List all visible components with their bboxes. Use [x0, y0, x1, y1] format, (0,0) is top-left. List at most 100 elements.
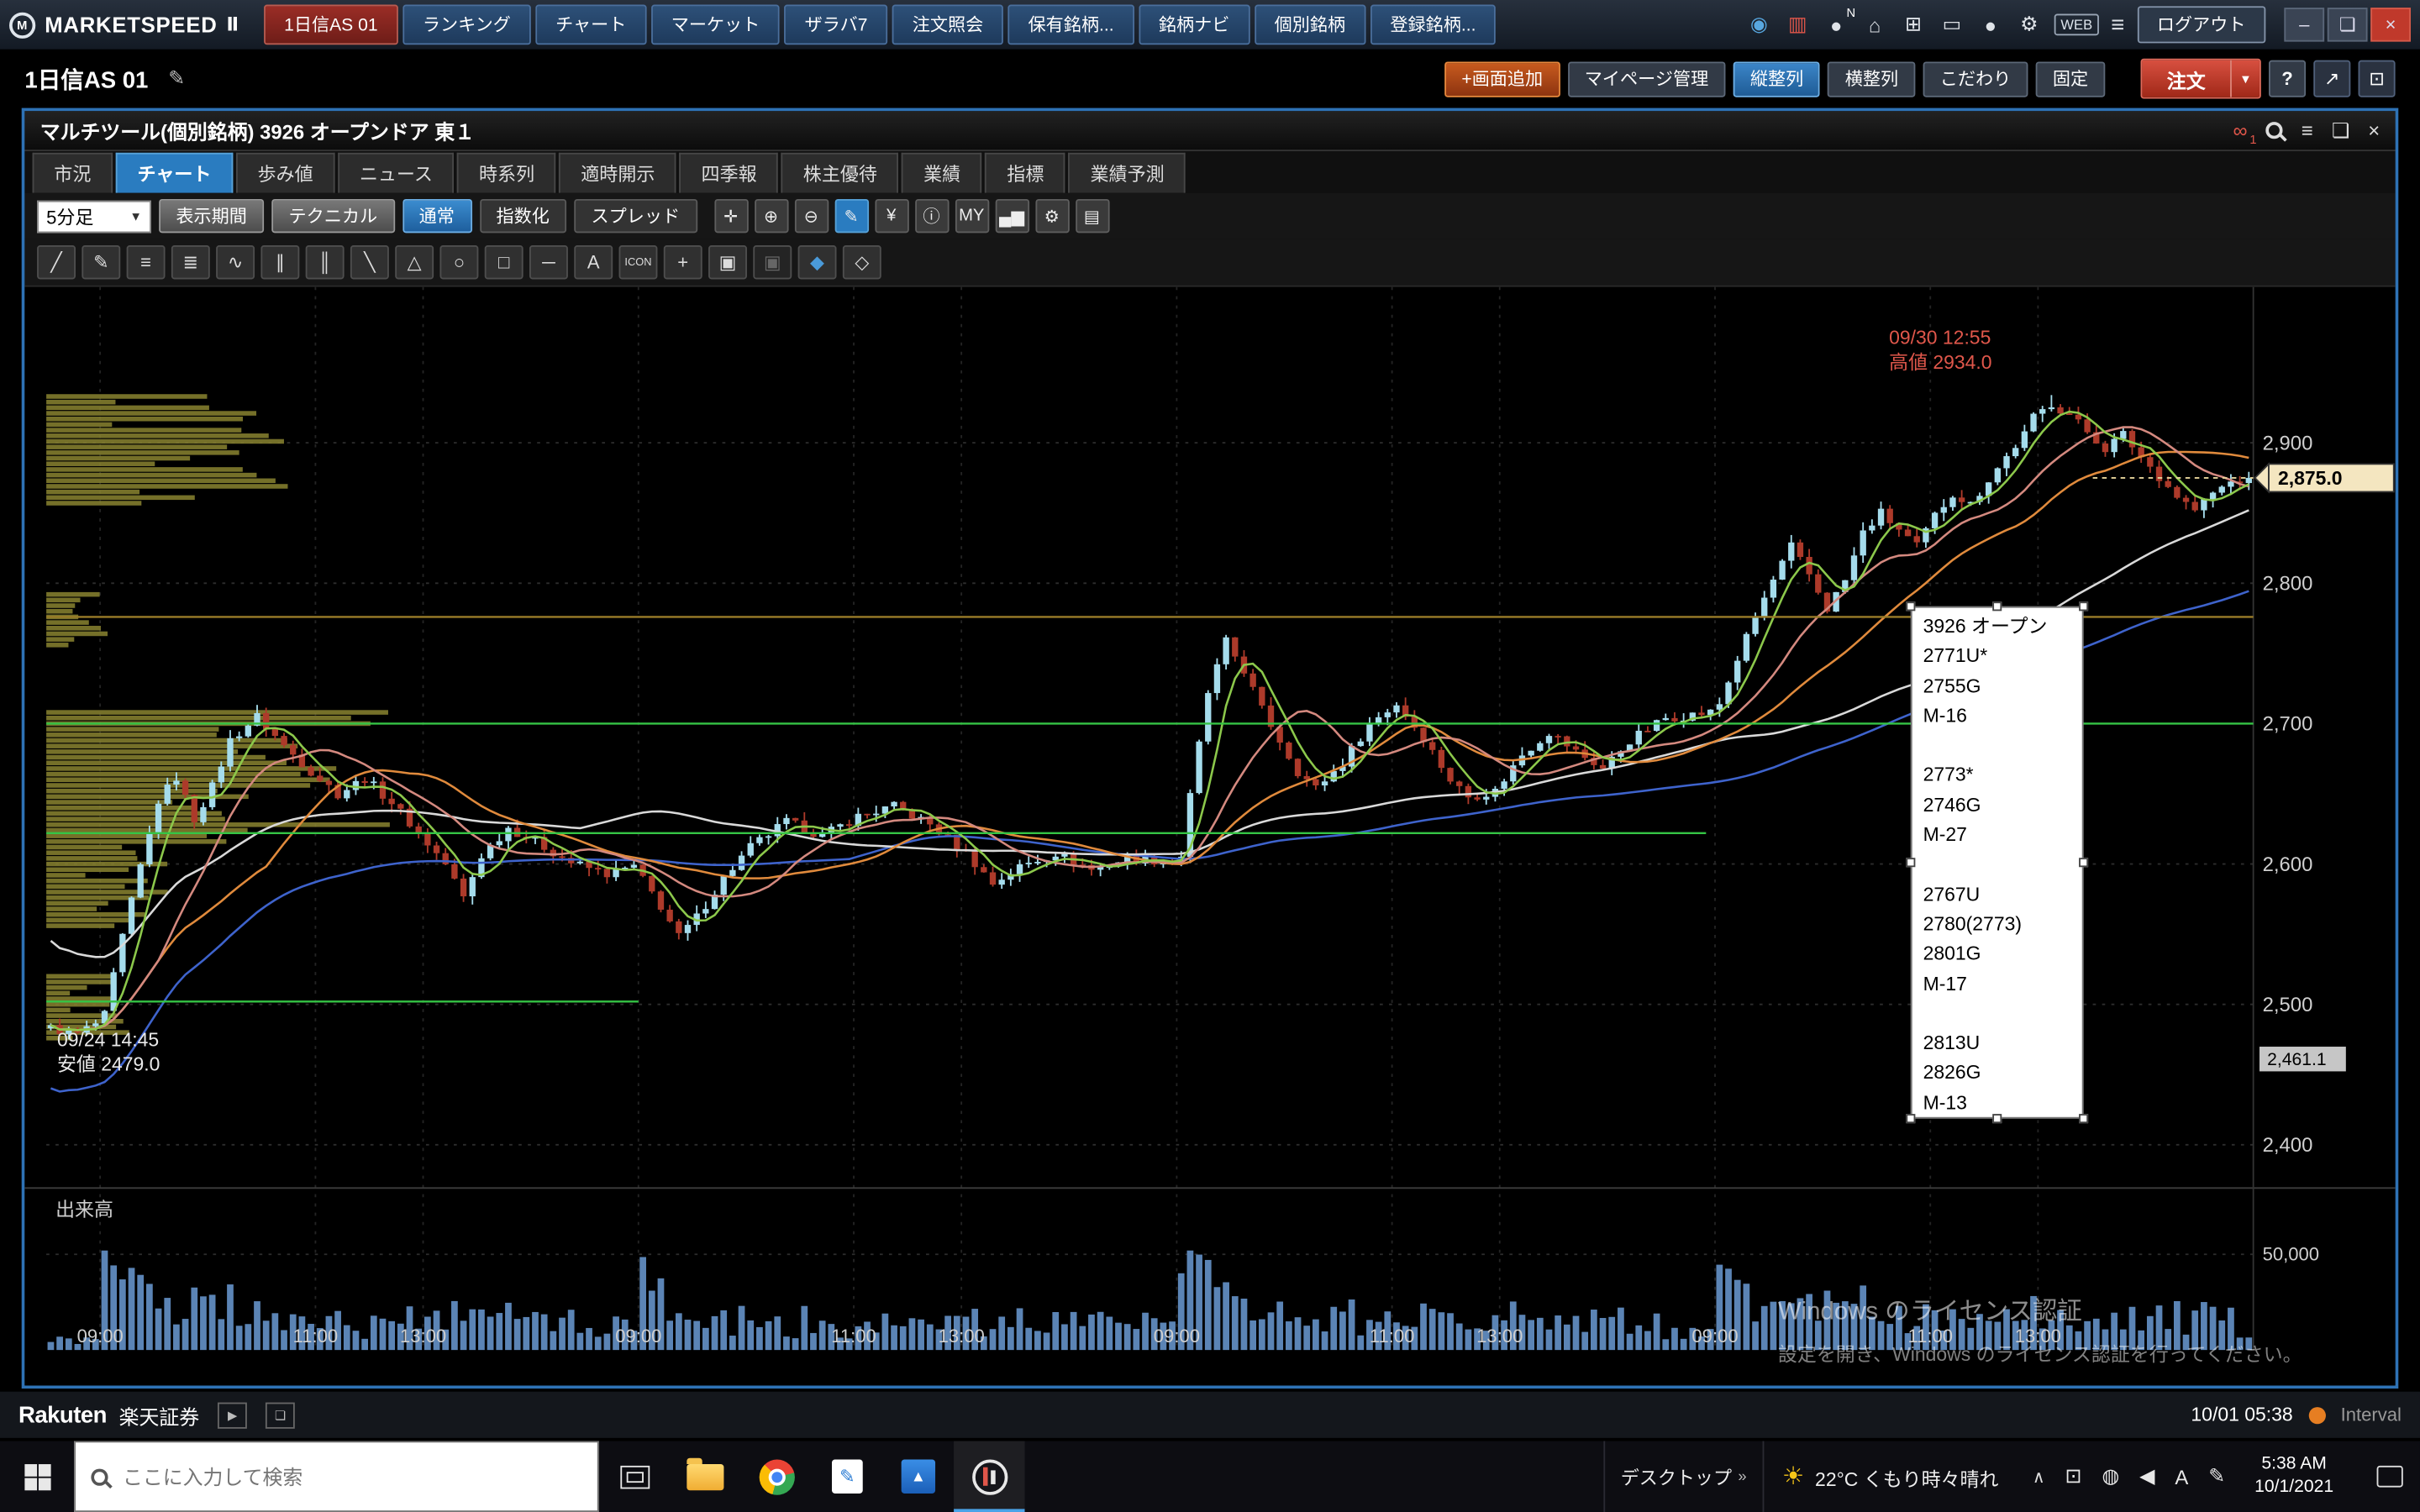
selection-handle[interactable]: [2079, 1114, 2088, 1123]
order-button-label[interactable]: 注文: [2142, 60, 2230, 97]
ime-icon[interactable]: A: [2175, 1465, 2188, 1488]
taskbar-app-photos[interactable]: ▲: [883, 1441, 954, 1512]
workspace-tab[interactable]: ザラバ7: [785, 5, 888, 45]
market-board-icon[interactable]: ▥: [1785, 13, 1811, 37]
task-view-button[interactable]: [599, 1441, 670, 1512]
remote-desktop-icon[interactable]: ⊡: [2065, 1464, 2082, 1488]
window-maximize-icon[interactable]: ❏: [2332, 118, 2349, 143]
search-input[interactable]: [119, 1463, 581, 1489]
pen-icon[interactable]: ✎: [2208, 1464, 2225, 1488]
toolbar-button[interactable]: テクニカル: [271, 199, 394, 233]
toolbar-button[interactable]: 指数化: [479, 199, 566, 233]
multitool-tab-指標[interactable]: 指標: [986, 153, 1066, 193]
hlines-tool[interactable]: ≣: [171, 245, 210, 279]
home-icon[interactable]: ⌂: [1861, 13, 1887, 37]
workspace-tab[interactable]: 注文照会: [892, 5, 1003, 45]
edit-pencil-icon[interactable]: ✎: [168, 66, 185, 91]
multitool-titlebar[interactable]: マルチツール(個別銘柄) 3926 オープンドア 東１ ∞1 ≡ ❏ ×: [24, 111, 2395, 151]
order-dropdown-arrow[interactable]: ▼: [2230, 60, 2260, 97]
info-button[interactable]: ⓘ: [914, 199, 948, 233]
popout-icon[interactable]: ⊡: [2359, 60, 2396, 97]
taskbar-app-chrome[interactable]: [741, 1441, 812, 1512]
workspace-action-button[interactable]: 横整列: [1828, 61, 1916, 97]
selection-handle[interactable]: [1906, 1114, 1915, 1123]
help-button[interactable]: ?: [2269, 60, 2306, 97]
workspace-action-button[interactable]: +画面追加: [1444, 61, 1560, 97]
workspace-tab[interactable]: マーケット: [651, 5, 780, 45]
desktop-peek-button[interactable]: デスクトップ »: [1604, 1441, 1764, 1512]
segment-tool[interactable]: ─: [529, 245, 568, 279]
crosshair-button[interactable]: ✛: [713, 199, 747, 233]
area-chart-button[interactable]: ▄▆: [995, 199, 1028, 233]
workspace-tab[interactable]: 保有銘柄...: [1008, 5, 1134, 45]
order-button[interactable]: 注文 ▼: [2141, 59, 2261, 99]
workspace-action-button[interactable]: 縦整列: [1733, 61, 1821, 97]
ellipse-tool[interactable]: ○: [439, 245, 478, 279]
vline-tool[interactable]: ║: [306, 245, 345, 279]
display-icon[interactable]: ▭: [1939, 13, 1965, 37]
wrench-button[interactable]: ⚙: [1035, 199, 1069, 233]
multitool-tab-チャート[interactable]: チャート: [116, 153, 233, 193]
trendline-tool[interactable]: ╱: [37, 245, 76, 279]
selection-handle[interactable]: [1906, 858, 1915, 867]
duplicate-tool[interactable]: ▣: [708, 245, 747, 279]
workspace-action-button[interactable]: こだわり: [1923, 61, 2028, 97]
link-chain-icon[interactable]: ∞1: [2233, 118, 2248, 142]
toolbar-button[interactable]: 通常: [402, 199, 471, 233]
icon-stamp-tool[interactable]: ICON: [619, 245, 658, 279]
taskbar-search[interactable]: [74, 1441, 598, 1512]
taskbar-clock[interactable]: 5:38 AM 10/1/2021: [2245, 1453, 2343, 1499]
taskbar-app-explorer[interactable]: [670, 1441, 740, 1512]
pulse-monitor-icon[interactable]: ◉: [1746, 13, 1772, 37]
selection-handle[interactable]: [2079, 858, 2088, 867]
action-center-button[interactable]: [2359, 1441, 2420, 1512]
notice-bell-icon[interactable]: ●: [1977, 13, 2003, 37]
workspace-tab[interactable]: チャート: [535, 5, 646, 45]
multitool-tab-時系列[interactable]: 時系列: [457, 153, 556, 193]
hidden-icons-chevron[interactable]: ∧: [2033, 1467, 2045, 1487]
web-badge[interactable]: WEB: [2054, 14, 2098, 36]
taskbar-app-notes[interactable]: ✎: [812, 1441, 882, 1512]
multitool-tab-適時開示[interactable]: 適時開示: [560, 153, 677, 193]
channel-tool[interactable]: ∥: [260, 245, 299, 279]
link-icon[interactable]: ↗: [2313, 60, 2350, 97]
multitool-tab-市況[interactable]: 市況: [33, 153, 113, 193]
workspace-tab[interactable]: 個別銘柄: [1255, 5, 1365, 45]
selection-handle[interactable]: [1992, 1114, 2002, 1123]
wave-tool[interactable]: ∿: [216, 245, 255, 279]
print-button[interactable]: ▤: [1075, 199, 1108, 233]
zoom-in-button[interactable]: ⊕: [754, 199, 787, 233]
toolbar-button[interactable]: 表示期間: [159, 199, 264, 233]
text-tool[interactable]: A: [574, 245, 613, 279]
speaker-icon[interactable]: ◀: [2139, 1464, 2154, 1488]
workspace-action-button[interactable]: マイページ管理: [1568, 61, 1726, 97]
workspace-action-button[interactable]: 固定: [2036, 61, 2106, 97]
multitool-tab-歩み値[interactable]: 歩み値: [236, 153, 335, 193]
workspace-tab[interactable]: 1日信AS 01: [264, 5, 397, 45]
expand-panel-button[interactable]: ▶: [218, 1402, 247, 1428]
panel-layout-button[interactable]: ❏: [266, 1402, 295, 1428]
my-chart-button[interactable]: MY: [955, 199, 988, 233]
logout-button[interactable]: ログアウト: [2137, 6, 2265, 43]
ray-tool[interactable]: ╲: [350, 245, 389, 279]
selection-handle[interactable]: [1992, 601, 2002, 611]
paste-tool[interactable]: ▣: [753, 245, 792, 279]
network-icon[interactable]: ◍: [2102, 1464, 2119, 1488]
close-button[interactable]: ×: [2370, 8, 2411, 41]
gear-icon[interactable]: ⚙: [2016, 13, 2042, 37]
eraser-tool[interactable]: ◆: [798, 245, 837, 279]
freehand-tool[interactable]: ✎: [82, 245, 120, 279]
yen-scale-button[interactable]: ¥: [875, 199, 908, 233]
delete-all-tool[interactable]: ◇: [843, 245, 881, 279]
start-button[interactable]: [0, 1441, 74, 1512]
taskbar-weather[interactable]: ☀ 22°C くもり時々晴れ: [1764, 1441, 2018, 1512]
multitool-tab-ニュース[interactable]: ニュース: [338, 153, 455, 193]
multitool-tab-業績予測[interactable]: 業績予測: [1069, 153, 1186, 193]
restore-button[interactable]: ❏: [2328, 8, 2368, 41]
taskbar-app-marketspeed[interactable]: [954, 1441, 1024, 1512]
multitool-tab-株主優待[interactable]: 株主優待: [781, 153, 899, 193]
window-close-icon[interactable]: ×: [2368, 118, 2380, 142]
alert-bell-icon[interactable]: ●N: [1823, 13, 1849, 37]
window-menu-icon[interactable]: ≡: [2302, 118, 2313, 142]
selection-handle[interactable]: [1906, 601, 1915, 611]
